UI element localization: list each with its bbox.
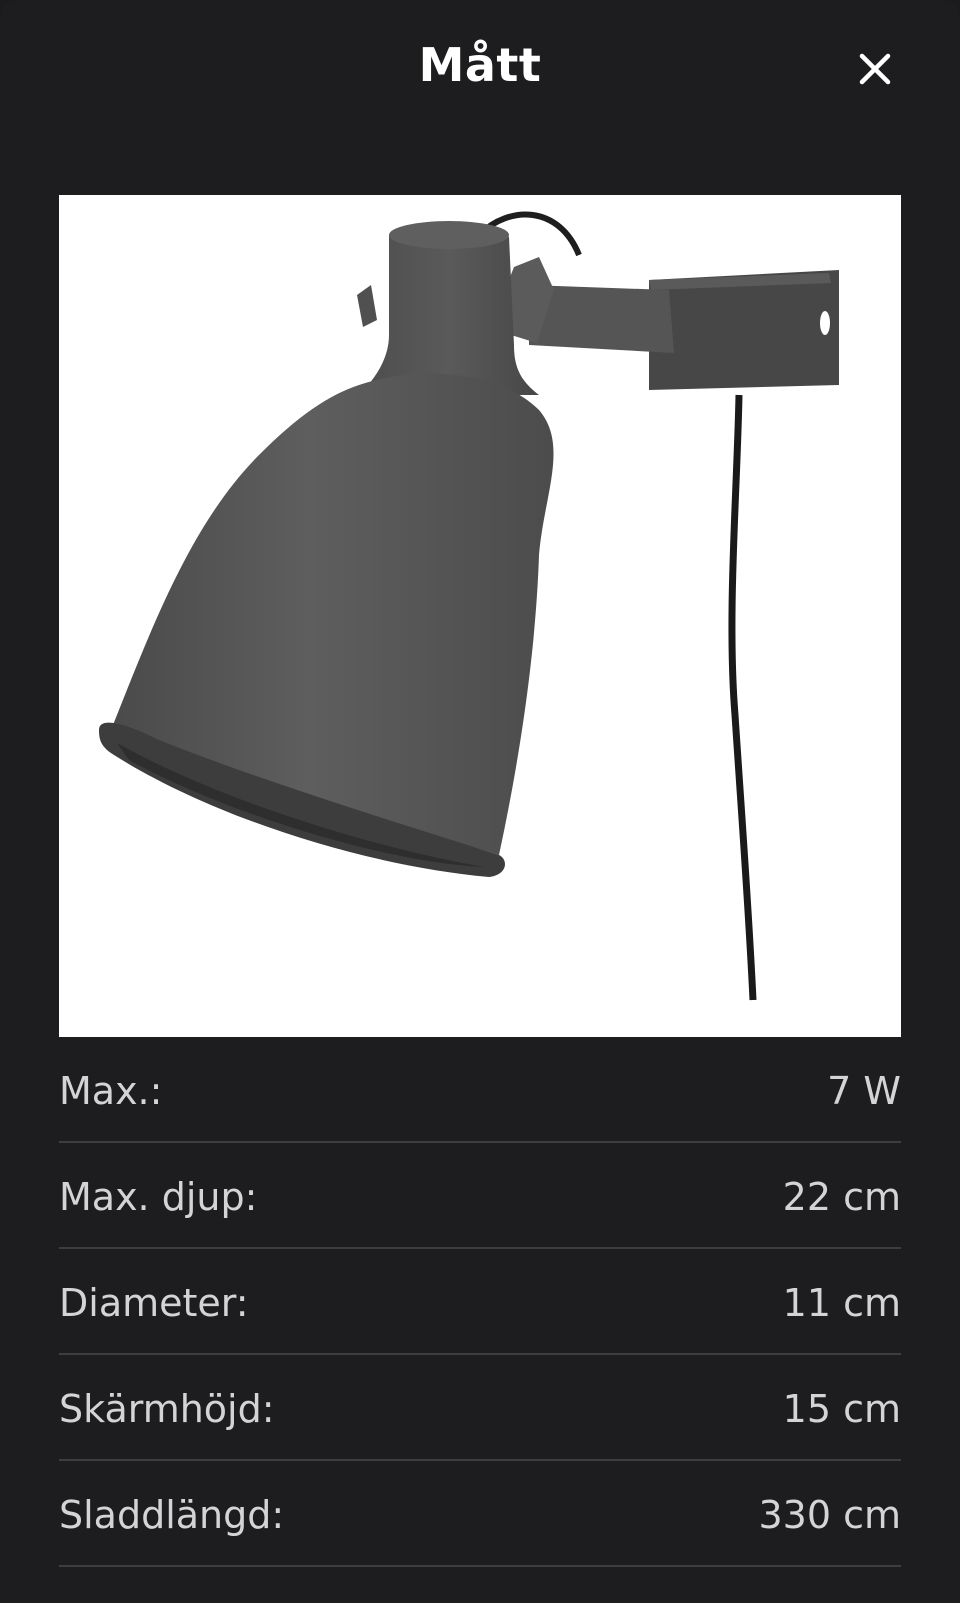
spec-row-max-depth: Max. djup: 22 cm: [59, 1143, 901, 1249]
spec-label: Sladdlängd:: [59, 1493, 285, 1537]
sheet-header: Mått: [0, 0, 960, 140]
spec-value: 22 cm: [782, 1175, 901, 1219]
spec-value: 7 W: [827, 1069, 901, 1113]
spec-list: Max.: 7 W Max. djup: 22 cm Diameter: 11 …: [59, 1037, 901, 1567]
spec-value: 330 cm: [758, 1493, 901, 1537]
spec-label: Skärmhöjd:: [59, 1387, 275, 1431]
spec-row-max-watt: Max.: 7 W: [59, 1037, 901, 1143]
close-icon: [859, 53, 891, 85]
spec-label: Max. djup:: [59, 1175, 258, 1219]
spec-label: Max.:: [59, 1069, 163, 1113]
spec-row-diameter: Diameter: 11 cm: [59, 1249, 901, 1355]
product-image: [59, 195, 901, 1037]
spec-value: 15 cm: [782, 1387, 901, 1431]
spec-label: Diameter:: [59, 1281, 249, 1325]
sheet-title: Mått: [418, 38, 542, 92]
wall-lamp-illustration: [99, 211, 839, 1001]
spec-row-shade-height: Skärmhöjd: 15 cm: [59, 1355, 901, 1461]
spec-row-cord-length: Sladdlängd: 330 cm: [59, 1461, 901, 1567]
spec-value: 11 cm: [782, 1281, 901, 1325]
close-button[interactable]: [850, 44, 900, 94]
dimensions-sheet: Mått Max.: 7 W Max. djup: 22 cm Diameter…: [0, 0, 960, 1603]
